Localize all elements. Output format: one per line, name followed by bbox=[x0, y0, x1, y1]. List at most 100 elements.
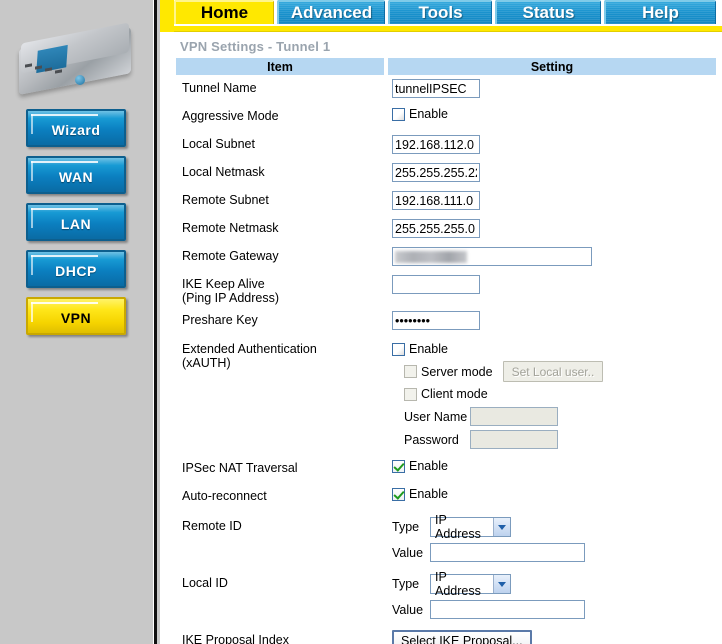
router-admin-page: Wizard WAN LAN DHCP VPN Home Advanced To… bbox=[0, 0, 722, 644]
local-id-type-select[interactable]: IP Address bbox=[430, 570, 511, 598]
label-ike-proposal-index: IKE Proposal Index bbox=[182, 633, 290, 644]
xauth-enable-label: Enable bbox=[409, 342, 448, 356]
tab-bar: Home Advanced Tools Status Help bbox=[160, 0, 722, 32]
set-local-user-button[interactable]: Set Local user.. bbox=[502, 361, 604, 382]
xauth-client-mode-label: Client mode bbox=[421, 387, 488, 401]
chevron-down-icon[interactable] bbox=[493, 575, 510, 593]
table-row-remote-id: Remote ID Type IP Address Value bbox=[176, 511, 716, 568]
sidebar: Wizard WAN LAN DHCP VPN bbox=[0, 0, 152, 644]
local-id-type-value: IP Address bbox=[435, 570, 481, 598]
tab-tools[interactable]: Tools bbox=[388, 0, 492, 24]
chevron-down-icon[interactable] bbox=[493, 518, 510, 536]
tab-help[interactable]: Help bbox=[604, 0, 716, 24]
preshare-key-input[interactable] bbox=[392, 311, 480, 330]
label-tunnel-name: Tunnel Name bbox=[182, 81, 257, 95]
remote-gateway-redacted-value bbox=[395, 251, 467, 263]
table-row-local-subnet: Local Subnet bbox=[176, 131, 716, 159]
table-row-local-id: Local ID Type IP Address Value bbox=[176, 568, 716, 625]
label-auto-reconnect: Auto-reconnect bbox=[182, 489, 267, 503]
label-ike-keep-alive-sub: (Ping IP Address) bbox=[182, 291, 280, 305]
table-row-remote-netmask: Remote Netmask bbox=[176, 215, 716, 243]
column-header-item: Item bbox=[176, 58, 388, 75]
table-row-ike-proposal-index: IKE Proposal Index Select IKE Proposal..… bbox=[176, 625, 716, 644]
sidebar-item-label: WAN bbox=[58, 169, 94, 185]
tab-label: Advanced bbox=[290, 3, 373, 22]
label-preshare-key: Preshare Key bbox=[182, 313, 258, 327]
label-local-id: Local ID bbox=[182, 576, 228, 590]
local-id-type-label: Type bbox=[392, 577, 420, 591]
xauth-password-label: Password bbox=[404, 432, 459, 447]
label-remote-subnet: Remote Subnet bbox=[182, 193, 269, 207]
label-extended-authentication-sub: (xAUTH) bbox=[182, 356, 231, 370]
ipsec-nat-traversal-label: Enable bbox=[409, 459, 448, 473]
column-header-setting: Setting bbox=[388, 58, 716, 75]
xauth-client-mode-checkbox[interactable] bbox=[404, 387, 417, 401]
aggressive-mode-checkbox[interactable] bbox=[392, 107, 405, 121]
remote-id-type-label: Type bbox=[392, 520, 420, 534]
router-device-image bbox=[11, 22, 141, 100]
sidebar-divider bbox=[152, 0, 160, 644]
tab-label: Tools bbox=[418, 3, 463, 22]
table-row-remote-subnet: Remote Subnet bbox=[176, 187, 716, 215]
xauth-user-name-label: User Name bbox=[404, 409, 468, 424]
remote-id-type-select[interactable]: IP Address bbox=[430, 513, 511, 541]
table-row-auto-reconnect: Auto-reconnect Enable bbox=[176, 483, 716, 511]
local-id-value-input[interactable] bbox=[430, 600, 585, 619]
table-row-aggressive-mode: Aggressive Mode Enable bbox=[176, 103, 716, 131]
sidebar-item-dhcp[interactable]: DHCP bbox=[26, 250, 126, 288]
aggressive-mode-checkbox-label: Enable bbox=[409, 107, 448, 121]
sidebar-item-vpn[interactable]: VPN bbox=[26, 297, 126, 335]
sidebar-item-label: LAN bbox=[60, 216, 92, 232]
sidebar-item-wizard[interactable]: Wizard bbox=[26, 109, 126, 147]
table-header-row: Item Setting bbox=[176, 58, 716, 75]
sidebar-item-label: Wizard bbox=[51, 122, 101, 138]
table-row-extended-authentication: Extended Authentication (xAUTH) Enable S… bbox=[176, 335, 716, 455]
auto-reconnect-checkbox[interactable] bbox=[392, 487, 405, 501]
tab-status[interactable]: Status bbox=[495, 0, 601, 24]
tab-home[interactable]: Home bbox=[174, 0, 274, 24]
sidebar-item-label: DHCP bbox=[55, 263, 97, 279]
tab-left-stub bbox=[160, 0, 174, 32]
label-ike-keep-alive: IKE Keep Alive bbox=[182, 277, 265, 291]
label-extended-authentication: Extended Authentication bbox=[182, 342, 317, 356]
page-title: VPN Settings - Tunnel 1 bbox=[180, 39, 331, 54]
table-row-ipsec-nat-traversal: IPSec NAT Traversal Enable bbox=[176, 455, 716, 483]
table-row-local-netmask: Local Netmask bbox=[176, 159, 716, 187]
sidebar-item-lan[interactable]: LAN bbox=[26, 203, 126, 241]
main-content: Home Advanced Tools Status Help VPN Sett… bbox=[160, 0, 722, 644]
label-aggressive-mode: Aggressive Mode bbox=[182, 109, 279, 123]
label-local-subnet: Local Subnet bbox=[182, 137, 255, 151]
tab-advanced[interactable]: Advanced bbox=[277, 0, 385, 24]
select-ike-proposal-button[interactable]: Select IKE Proposal... bbox=[392, 630, 532, 644]
tab-label: Home bbox=[200, 3, 249, 22]
ike-keep-alive-input[interactable] bbox=[392, 275, 480, 294]
xauth-server-mode-label: Server mode bbox=[421, 364, 493, 379]
tab-label: Status bbox=[522, 3, 575, 22]
label-remote-id: Remote ID bbox=[182, 519, 242, 533]
ipsec-nat-traversal-checkbox[interactable] bbox=[392, 459, 405, 473]
label-remote-netmask: Remote Netmask bbox=[182, 221, 279, 235]
xauth-password-input[interactable] bbox=[470, 430, 558, 449]
xauth-enable-checkbox[interactable] bbox=[392, 342, 405, 356]
remote-id-value-input[interactable] bbox=[430, 543, 585, 562]
auto-reconnect-label: Enable bbox=[409, 487, 448, 501]
table-row-ike-keep-alive: IKE Keep Alive (Ping IP Address) bbox=[176, 271, 716, 307]
local-subnet-input[interactable] bbox=[392, 135, 480, 154]
table-row-tunnel-name: Tunnel Name bbox=[176, 75, 716, 103]
remote-subnet-input[interactable] bbox=[392, 191, 480, 210]
remote-id-type-value: IP Address bbox=[435, 513, 481, 541]
content-area: VPN Settings - Tunnel 1 Item Setting Tun… bbox=[160, 32, 722, 644]
xauth-user-name-input[interactable] bbox=[470, 407, 558, 426]
local-netmask-input[interactable] bbox=[392, 163, 480, 182]
sidebar-item-label: VPN bbox=[60, 310, 92, 326]
label-remote-gateway: Remote Gateway bbox=[182, 249, 279, 263]
label-ipsec-nat-traversal: IPSec NAT Traversal bbox=[182, 461, 298, 475]
label-local-netmask: Local Netmask bbox=[182, 165, 265, 179]
tab-label: Help bbox=[642, 3, 679, 22]
remote-netmask-input[interactable] bbox=[392, 219, 480, 238]
xauth-server-mode-checkbox[interactable] bbox=[404, 365, 417, 378]
remote-id-value-label: Value bbox=[392, 545, 424, 560]
sidebar-item-wan[interactable]: WAN bbox=[26, 156, 126, 194]
tunnel-name-input[interactable] bbox=[392, 79, 480, 98]
table-row-preshare-key: Preshare Key bbox=[176, 307, 716, 335]
